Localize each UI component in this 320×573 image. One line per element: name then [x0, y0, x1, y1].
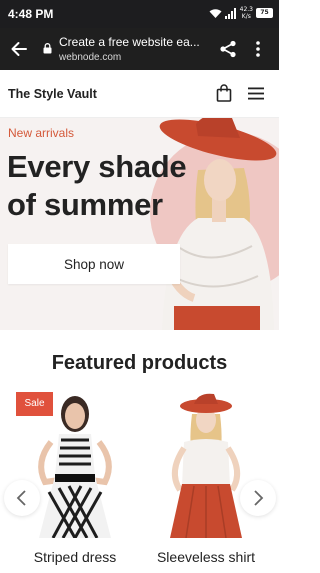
status-time: 4:48 PM	[8, 7, 54, 21]
carousel-prev-button[interactable]	[4, 480, 40, 516]
status-bar: 4:48 PM 42.3 K/s 75	[0, 0, 279, 28]
chevron-right-icon	[254, 490, 264, 506]
hero-heading: Every shade of summer	[7, 148, 207, 224]
battery-level: 75	[260, 9, 269, 16]
hero-heading-line-2: of summer	[7, 187, 163, 222]
share-icon[interactable]	[219, 40, 237, 58]
status-icons: 42.3 K/s 75	[209, 6, 273, 20]
shopping-bag-icon[interactable]	[216, 84, 232, 102]
site-title[interactable]: The Style Vault	[8, 87, 97, 101]
product-name[interactable]: Sleeveless shirt	[146, 549, 266, 565]
featured-title: Featured products	[51, 352, 228, 374]
net-speed-value: 42.3	[239, 6, 253, 13]
battery-icon: 75	[256, 8, 273, 18]
sale-badge: Sale	[16, 392, 53, 416]
more-vert-icon[interactable]	[254, 40, 262, 58]
hero-heading-line-1: Every shade	[7, 149, 187, 184]
net-speed-unit: K/s	[241, 13, 251, 20]
chevron-left-icon	[16, 490, 26, 506]
product-image[interactable]	[146, 392, 266, 538]
product-card[interactable]: Striped dress	[15, 392, 135, 573]
url-domain[interactable]: webnode.com	[59, 52, 121, 63]
hamburger-menu-icon[interactable]	[248, 87, 264, 100]
carousel-next-button[interactable]	[240, 480, 276, 516]
page-title[interactable]: Create a free website ea...	[59, 35, 204, 49]
wifi-icon	[209, 8, 222, 18]
site-header: The Style Vault	[0, 70, 279, 118]
network-speed: 42.3 K/s	[240, 6, 253, 20]
hero-subtitle: New arrivals	[8, 126, 75, 140]
lock-icon	[43, 43, 52, 54]
signal-icon	[224, 7, 236, 19]
shop-now-button[interactable]: Shop now	[8, 244, 180, 284]
back-arrow-icon[interactable]	[10, 40, 28, 58]
browser-toolbar: Create a free website ea... webnode.com	[0, 28, 279, 70]
product-name[interactable]: Striped dress	[15, 549, 135, 565]
hero-banner: New arrivals Every shade of summer Shop …	[0, 118, 279, 330]
